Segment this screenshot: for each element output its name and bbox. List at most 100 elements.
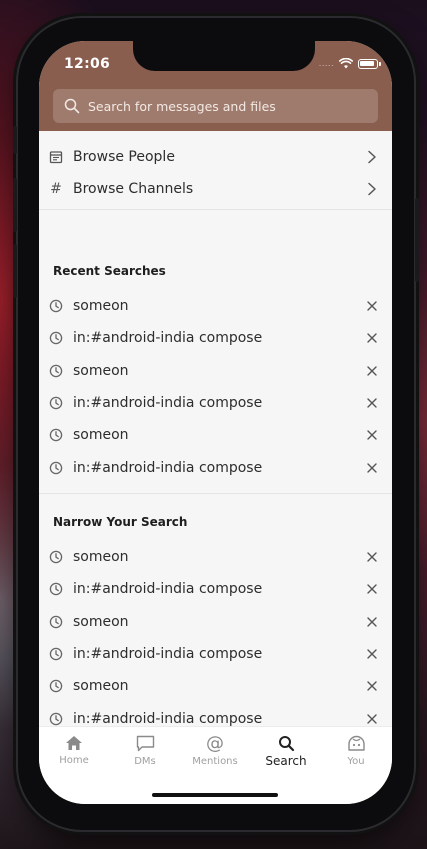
search-history-item[interactable]: someon xyxy=(39,670,392,702)
battery-icon xyxy=(358,58,381,69)
wifi-icon xyxy=(339,58,353,69)
home-indicator[interactable] xyxy=(152,793,278,797)
notch xyxy=(133,41,315,71)
browse-people-item[interactable]: Browse People xyxy=(39,141,392,173)
search-history-item[interactable]: in:#android-india compose xyxy=(39,638,392,670)
chat-bubble-icon xyxy=(136,735,154,752)
tab-home-label: Home xyxy=(59,755,89,766)
tab-home[interactable]: Home xyxy=(44,735,104,766)
clock-icon xyxy=(49,364,63,377)
search-input[interactable]: Search for messages and files xyxy=(53,89,378,123)
clock-icon xyxy=(49,712,63,725)
search-history-item[interactable]: someon xyxy=(39,290,392,322)
search-history-label: someon xyxy=(73,362,129,379)
hash-icon: # xyxy=(50,181,62,197)
remove-search-button[interactable] xyxy=(352,333,392,343)
close-icon[interactable] xyxy=(367,430,377,440)
browse-channels-label: Browse Channels xyxy=(73,181,194,197)
home-icon xyxy=(66,736,82,750)
tab-you-label: You xyxy=(347,756,365,767)
close-icon[interactable] xyxy=(367,301,377,311)
clock-icon xyxy=(49,615,63,628)
search-placeholder: Search for messages and files xyxy=(88,98,276,114)
search-history-item[interactable]: in:#android-india compose xyxy=(39,452,392,484)
browse-people-label: Browse People xyxy=(73,149,175,165)
search-history-label: in:#android-india compose xyxy=(73,459,263,476)
remove-search-button[interactable] xyxy=(352,584,392,594)
search-history-item[interactable]: in:#android-india compose xyxy=(39,573,392,605)
tab-mentions[interactable]: @ Mentions xyxy=(185,733,245,768)
search-history-label: in:#android-india compose xyxy=(73,394,263,411)
remove-search-button[interactable] xyxy=(352,552,392,562)
volume-down-button xyxy=(13,244,17,298)
close-icon[interactable] xyxy=(367,365,377,376)
search-history-label: someon xyxy=(73,678,129,695)
close-icon[interactable] xyxy=(367,584,377,594)
status-time: 12:06 xyxy=(64,56,111,72)
search-history-label: someon xyxy=(73,427,129,444)
remove-search-button[interactable] xyxy=(352,365,392,376)
recent-searches-title: Recent Searches xyxy=(53,264,166,278)
search-history-item[interactable]: in:#android-india compose xyxy=(39,387,392,419)
search-history-item[interactable]: someon xyxy=(39,355,392,387)
close-icon[interactable] xyxy=(367,398,377,408)
remove-search-button[interactable] xyxy=(352,713,392,724)
tab-dms-label: DMs xyxy=(134,756,156,767)
close-icon[interactable] xyxy=(367,552,377,562)
tab-mentions-label: Mentions xyxy=(192,756,238,767)
divider xyxy=(39,209,392,210)
tab-dms[interactable]: DMs xyxy=(115,735,175,767)
clock-icon xyxy=(49,332,63,345)
clock-icon xyxy=(49,428,63,442)
search-history-item[interactable]: someon xyxy=(39,606,392,638)
close-icon[interactable] xyxy=(367,681,377,691)
search-icon xyxy=(64,98,80,114)
tab-you[interactable]: You xyxy=(326,735,386,767)
remove-search-button[interactable] xyxy=(352,398,392,408)
calendar-icon xyxy=(49,151,63,164)
signal-icon: ..... xyxy=(318,59,334,68)
close-icon[interactable] xyxy=(367,462,377,473)
remove-search-button[interactable] xyxy=(352,616,392,627)
clock-icon xyxy=(49,550,63,564)
search-history-item[interactable]: someon xyxy=(39,419,392,451)
search-history-label: in:#android-india compose xyxy=(73,645,263,662)
narrow-search-title: Narrow Your Search xyxy=(53,515,188,529)
chevron-right-icon xyxy=(368,150,376,164)
browse-channels-item[interactable]: # Browse Channels xyxy=(39,173,392,205)
clock-icon xyxy=(49,583,63,596)
power-button xyxy=(415,198,419,282)
at-icon: @ xyxy=(206,733,224,754)
close-icon[interactable] xyxy=(367,649,377,659)
remove-search-button[interactable] xyxy=(352,462,392,473)
close-icon[interactable] xyxy=(367,713,377,724)
search-history-label: someon xyxy=(73,613,129,630)
tab-search[interactable]: Search xyxy=(256,735,316,768)
search-history-label: in:#android-india compose xyxy=(73,330,263,347)
search-content: Browse People # Browse Channels Recent S… xyxy=(39,131,392,727)
search-history-label: someon xyxy=(73,298,129,314)
search-icon xyxy=(278,736,294,752)
close-icon[interactable] xyxy=(367,333,377,343)
search-history-label: in:#android-india compose xyxy=(73,581,263,598)
search-history-label: someon xyxy=(73,549,129,565)
divider xyxy=(39,493,392,494)
tab-search-label: Search xyxy=(265,754,307,768)
profile-icon xyxy=(347,735,365,751)
clock-icon xyxy=(49,647,63,661)
remove-search-button[interactable] xyxy=(352,430,392,440)
remove-search-button[interactable] xyxy=(352,301,392,311)
remove-search-button[interactable] xyxy=(352,681,392,691)
app-screen: 12:06 ..... Search for messages and file… xyxy=(39,41,392,804)
close-icon[interactable] xyxy=(367,616,377,627)
clock-icon xyxy=(49,461,63,474)
search-history-item[interactable]: in:#android-india compose xyxy=(39,322,392,354)
search-history-label: in:#android-india compose xyxy=(73,710,263,727)
clock-icon xyxy=(49,679,63,693)
search-history-item[interactable]: someon xyxy=(39,541,392,573)
remove-search-button[interactable] xyxy=(352,649,392,659)
mute-switch xyxy=(13,126,17,154)
clock-icon xyxy=(49,396,63,410)
volume-up-button xyxy=(13,178,17,232)
status-icons: ..... xyxy=(318,58,381,69)
